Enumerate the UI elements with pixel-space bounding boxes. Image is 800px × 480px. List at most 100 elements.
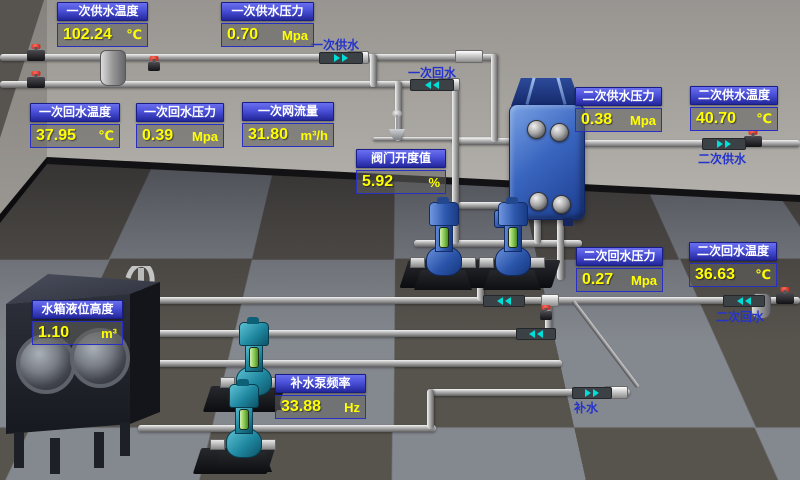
readout-value: 0.39: [142, 127, 173, 145]
water-tank-graphic: [0, 266, 170, 480]
readout-title: 一次回水温度: [30, 103, 120, 122]
readout-value: 31.80: [248, 126, 288, 144]
control-valve: [388, 110, 406, 140]
circulation-pump-1: [414, 194, 472, 290]
readout-value-box: 33.88 Hz: [275, 395, 366, 419]
readout-tank-level: 水箱液位高度 1.10 m³: [32, 300, 123, 345]
pipe-makeup-drop: [427, 389, 434, 429]
label-secondary-return: 二次回水: [716, 308, 764, 325]
readout-value-box: 0.39 Mpa: [136, 124, 224, 148]
pump-motor-cap: [247, 317, 259, 324]
pipe-tank-line: [150, 330, 554, 337]
readout-title: 一次回水压力: [136, 103, 224, 122]
pipe-makeup-pump1-line: [150, 360, 562, 367]
readout-value-box: 5.92 %: [356, 170, 446, 194]
tank-right-face: [130, 282, 160, 424]
pump-flange: [530, 257, 545, 268]
strainer-filter: [100, 50, 126, 86]
pump-status-indicator: [239, 409, 249, 430]
label-makeup: 补水: [574, 399, 598, 416]
tank-leg: [120, 422, 130, 456]
pump-flange: [479, 257, 494, 268]
readout-unit: ℃: [126, 27, 142, 43]
pipe-secondary-supply: [580, 140, 800, 147]
readout-unit: m³: [101, 326, 117, 341]
tank-leg: [14, 432, 24, 468]
readout-value: 40.70: [696, 110, 736, 128]
pump-motor: [229, 384, 259, 408]
readout-value: 102.24: [63, 26, 112, 44]
gate-valve-secondary-return: [776, 293, 794, 304]
readout-unit: Mpa: [631, 273, 657, 288]
readout-unit: Mpa: [282, 28, 308, 43]
readout-value: 5.92: [362, 173, 393, 191]
readout-unit: Hz: [344, 400, 360, 415]
readout-value: 0.70: [227, 26, 258, 44]
readout-primary-return-temp: 一次回水温度 37.95 ℃: [30, 103, 120, 148]
readout-unit: Mpa: [192, 129, 218, 144]
hx-port: [527, 120, 546, 139]
readout-value-box: 0.70 Mpa: [221, 23, 314, 47]
readout-title: 二次供水压力: [575, 87, 662, 106]
readout-value: 1.10: [38, 324, 69, 342]
readout-value: 33.88: [281, 398, 321, 416]
readout-unit: ℃: [755, 267, 771, 283]
pump-motor: [429, 202, 459, 226]
readout-value-box: 31.80 m³/h: [242, 123, 334, 147]
pipe-coupling: [455, 50, 483, 63]
pump-motor-cap: [506, 197, 518, 204]
readout-title: 水箱液位高度: [32, 300, 123, 319]
pump-motor: [239, 322, 269, 346]
hx-port: [550, 123, 569, 142]
readout-primary-network-flow: 一次网流量 31.80 m³/h: [242, 102, 334, 147]
hx-foot: [563, 218, 573, 226]
readout-value-box: 37.95 ℃: [30, 124, 120, 148]
control-valve-body: [389, 129, 405, 140]
readout-unit: %: [428, 175, 440, 190]
pump-flange: [261, 439, 276, 450]
readout-unit: ℃: [98, 128, 114, 144]
pump-status-indicator: [249, 347, 259, 368]
gate-valve-primary-supply: [27, 50, 45, 61]
pipe-secondary-return: [148, 297, 800, 304]
readout-secondary-supply-pressure: 二次供水压力 0.38 Mpa: [575, 87, 662, 132]
pipe-primary-return: [0, 81, 458, 88]
readout-value-box: 0.38 Mpa: [575, 108, 662, 132]
readout-unit: m³/h: [301, 128, 328, 143]
pump-motor-cap: [237, 379, 249, 386]
flow-arrows-secondary-return-2: [723, 295, 765, 307]
readout-unit: Mpa: [630, 113, 656, 128]
pump-motor: [498, 202, 528, 226]
readout-title: 阀门开度值: [356, 149, 446, 168]
readout-makeup-pump-frequency: 补水泵频率 33.88 Hz: [275, 374, 366, 419]
pump-status-indicator: [508, 227, 518, 248]
pipe-riser-supply-to-hx: [491, 54, 498, 142]
pump-flange: [210, 439, 225, 450]
readout-title: 二次供水温度: [690, 86, 778, 105]
readout-secondary-return-temp: 二次回水温度 36.63 ℃: [689, 242, 777, 287]
readout-secondary-return-pressure: 二次回水压力 0.27 Mpa: [576, 247, 663, 292]
readout-value: 36.63: [695, 266, 735, 284]
pump-flange: [410, 257, 425, 268]
pipe-makeup-pump2-line: [138, 425, 436, 432]
flow-arrows-tank-line: [516, 328, 556, 340]
circulation-pump-2: [483, 194, 541, 290]
readout-value-box: 36.63 ℃: [689, 263, 777, 287]
readout-value: 0.27: [582, 271, 613, 289]
pump-status-indicator: [439, 227, 449, 248]
pipe-primary-supply: [0, 54, 497, 61]
readout-unit: ℃: [756, 111, 772, 127]
drain-valve: [540, 311, 552, 320]
flow-arrows-makeup: [572, 387, 612, 399]
readout-value-box: 0.27 Mpa: [576, 268, 663, 292]
readout-secondary-supply-temp: 二次供水温度 40.70 ℃: [690, 86, 778, 131]
flow-arrows-secondary-return: [483, 295, 525, 307]
small-valve: [148, 62, 160, 71]
label-primary-supply: 一次供水: [311, 36, 359, 53]
hmi-heat-station-scene: 一次供水 一次回水 二次供水 二次回水 补水 一次供水温度 102.24 ℃ 一…: [0, 0, 800, 480]
tank-leg: [50, 438, 60, 474]
readout-title: 二次回水温度: [689, 242, 777, 261]
readout-primary-supply-pressure: 一次供水压力 0.70 Mpa: [221, 2, 314, 47]
hx-top-cap: [511, 78, 581, 106]
readout-primary-return-pressure: 一次回水压力 0.39 Mpa: [136, 103, 224, 148]
